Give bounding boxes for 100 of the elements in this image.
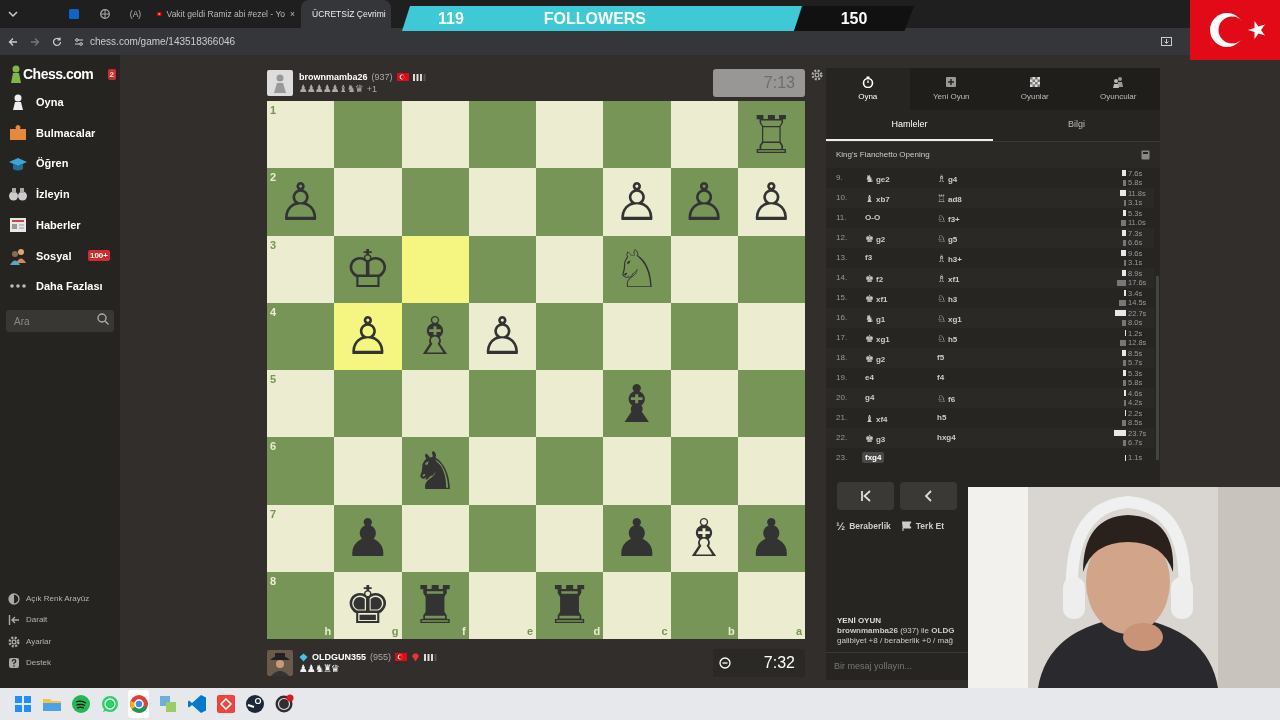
board-square[interactable]: ♟ <box>334 504 402 572</box>
close-button[interactable]: × <box>290 7 295 21</box>
forward-icon[interactable] <box>30 36 40 47</box>
chess-piece[interactable]: ♖ <box>748 108 795 161</box>
board-square[interactable] <box>401 101 469 169</box>
site-info-icon[interactable] <box>74 36 84 47</box>
browser-tab[interactable]: (A) <box>120 0 151 28</box>
message-field[interactable]: Bir mesaj yollayın... <box>832 658 962 675</box>
panel-tab[interactable]: Oyuncular <box>1076 68 1160 110</box>
board-square[interactable]: ♙ <box>603 168 671 236</box>
board-square[interactable] <box>468 101 536 169</box>
chess-piece[interactable]: ♘ <box>613 243 661 296</box>
board-square[interactable] <box>737 302 805 370</box>
caret-icon[interactable] <box>8 10 18 18</box>
browser-tab[interactable]: Vakit geldi Ramiz abi #ezel - Yo × <box>151 0 301 28</box>
sidebar-item[interactable]: İzleyin <box>0 179 120 210</box>
move[interactable]: ♚ g3 <box>862 433 889 445</box>
remote-desktop-icon[interactable] <box>215 694 236 714</box>
draw-button[interactable]: ½ Beraberlik <box>836 518 891 535</box>
board-square[interactable]: ♘ <box>603 235 671 303</box>
sidebar-item[interactable]: Haberler <box>0 209 120 241</box>
chess-piece[interactable]: ♗ <box>411 310 459 363</box>
chess-piece[interactable]: ♙ <box>479 310 526 363</box>
move[interactable]: ♚ xg1 <box>862 333 893 345</box>
browser-icon[interactable] <box>128 694 149 714</box>
board-square[interactable]: ♙ <box>670 168 738 236</box>
move[interactable]: ♘ xg1 <box>934 313 965 325</box>
sidebar-item[interactable]: Ayarlar <box>0 631 120 653</box>
move[interactable]: ♘ f6 <box>934 393 959 405</box>
board-square[interactable] <box>468 235 536 303</box>
board-square[interactable] <box>737 235 805 303</box>
board-square[interactable] <box>670 235 738 303</box>
chess-piece[interactable]: ♔ <box>344 243 392 296</box>
game-launcher-icon[interactable] <box>244 694 265 714</box>
nav-button[interactable] <box>837 482 894 510</box>
board-square[interactable] <box>670 101 738 169</box>
start-icon[interactable] <box>12 694 33 714</box>
board-square[interactable]: ♖ <box>737 101 805 169</box>
board-square[interactable]: ♗ <box>670 504 738 572</box>
chess-piece[interactable]: ♜ <box>411 579 459 632</box>
board-square[interactable] <box>468 504 536 572</box>
player-name[interactable]: OLDGUN355 <box>312 651 366 663</box>
move[interactable]: f5 <box>934 352 948 363</box>
board-square[interactable] <box>468 370 536 438</box>
chess-piece[interactable]: ♙ <box>680 175 728 228</box>
recorder-icon[interactable] <box>273 694 294 714</box>
settings-icon[interactable] <box>811 69 823 81</box>
chess-piece[interactable]: ♗ <box>680 512 728 565</box>
move[interactable]: f3 <box>862 252 876 263</box>
board-square[interactable] <box>536 504 604 572</box>
move[interactable]: ♘ h5 <box>934 333 961 345</box>
player-name[interactable]: brownmamba26 <box>299 71 368 83</box>
move[interactable]: h5 <box>934 412 950 423</box>
browser-tab[interactable]: ÜCRETSİZ Çevrimi <box>301 0 391 28</box>
board-square[interactable] <box>536 302 604 370</box>
board-square[interactable]: ♝ <box>603 370 671 438</box>
move[interactable]: fxg4 <box>862 452 885 463</box>
move[interactable]: ♞ g1 <box>862 313 889 325</box>
board-square[interactable]: ♗ <box>401 302 469 370</box>
code-editor-icon[interactable] <box>186 694 207 714</box>
address-field[interactable]: chess.com/game/143518366046 <box>90 34 236 49</box>
move[interactable]: ♚ f2 <box>862 273 887 285</box>
move[interactable]: ♝ xf4 <box>862 413 891 425</box>
sidebar-item[interactable]: Destek <box>0 652 120 674</box>
sidebar-item[interactable]: Öğren <box>0 148 120 180</box>
panel-tab[interactable]: Oyna <box>826 68 910 110</box>
move[interactable]: ♗ g4 <box>934 173 961 185</box>
chess-piece[interactable]: ♟ <box>748 512 795 565</box>
move[interactable]: hxg4 <box>934 432 959 443</box>
sidebar-item[interactable]: Oyna <box>0 87 120 118</box>
sidebar-item[interactable]: Daha Fazlası <box>0 271 120 302</box>
search-field[interactable]: Ara <box>6 310 114 333</box>
move[interactable]: O-O <box>862 212 884 223</box>
back-icon[interactable] <box>8 36 18 47</box>
board-square[interactable] <box>401 504 469 572</box>
move[interactable]: ♝ xb7 <box>862 193 893 205</box>
chess-piece[interactable]: ♞ <box>411 444 459 497</box>
move[interactable]: ♚ xf1 <box>862 293 891 305</box>
chess-piece[interactable]: ♙ <box>277 175 324 228</box>
board-square[interactable] <box>401 235 469 303</box>
board-square[interactable] <box>670 370 738 438</box>
move[interactable]: ♘ g5 <box>934 233 961 245</box>
board-square[interactable] <box>536 370 604 438</box>
chess-piece[interactable]: ♟ <box>613 512 661 565</box>
tab[interactable]: Bilgi <box>993 110 1160 141</box>
logo[interactable]: Chess.com <box>23 63 94 85</box>
move[interactable]: f4 <box>934 372 948 383</box>
move[interactable]: ♘ f3+ <box>934 213 963 225</box>
resign-button[interactable]: Terk Et <box>900 518 944 535</box>
chess-piece[interactable]: ♜ <box>546 579 593 632</box>
chat-app-icon[interactable] <box>99 694 120 714</box>
move[interactable]: ♚ g2 <box>862 233 889 245</box>
move[interactable]: ♖ ad8 <box>934 193 965 205</box>
board-square[interactable]: ♙ <box>468 302 536 370</box>
chess-piece[interactable]: ♙ <box>748 175 795 228</box>
install-icon[interactable] <box>1161 36 1172 47</box>
board-square[interactable] <box>401 370 469 438</box>
board-square[interactable]: ♟ <box>737 504 805 572</box>
move[interactable]: ♘ h3 <box>934 293 961 305</box>
music-app-icon[interactable] <box>70 694 91 714</box>
